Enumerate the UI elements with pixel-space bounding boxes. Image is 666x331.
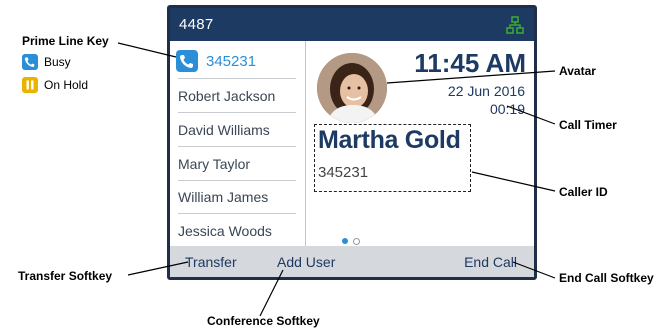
- caller-id-label: Caller ID: [559, 185, 608, 199]
- on-hold-label: On Hold: [44, 78, 89, 92]
- conference-softkey-label: Conference Softkey: [207, 314, 320, 328]
- end-call-softkey-label: End Call Softkey: [559, 271, 654, 285]
- call-timer-label: Call Timer: [559, 118, 617, 132]
- busy-icon: [22, 54, 38, 70]
- busy-label: Busy: [44, 55, 71, 69]
- busy-legend: Busy: [22, 54, 71, 70]
- transfer-softkey-label: Transfer Softkey: [18, 269, 113, 283]
- on-hold-legend: On Hold: [22, 77, 88, 93]
- prime-line-key-label: Prime Line Key: [22, 34, 109, 48]
- avatar-label: Avatar: [559, 64, 596, 78]
- pause-icon: [22, 77, 38, 93]
